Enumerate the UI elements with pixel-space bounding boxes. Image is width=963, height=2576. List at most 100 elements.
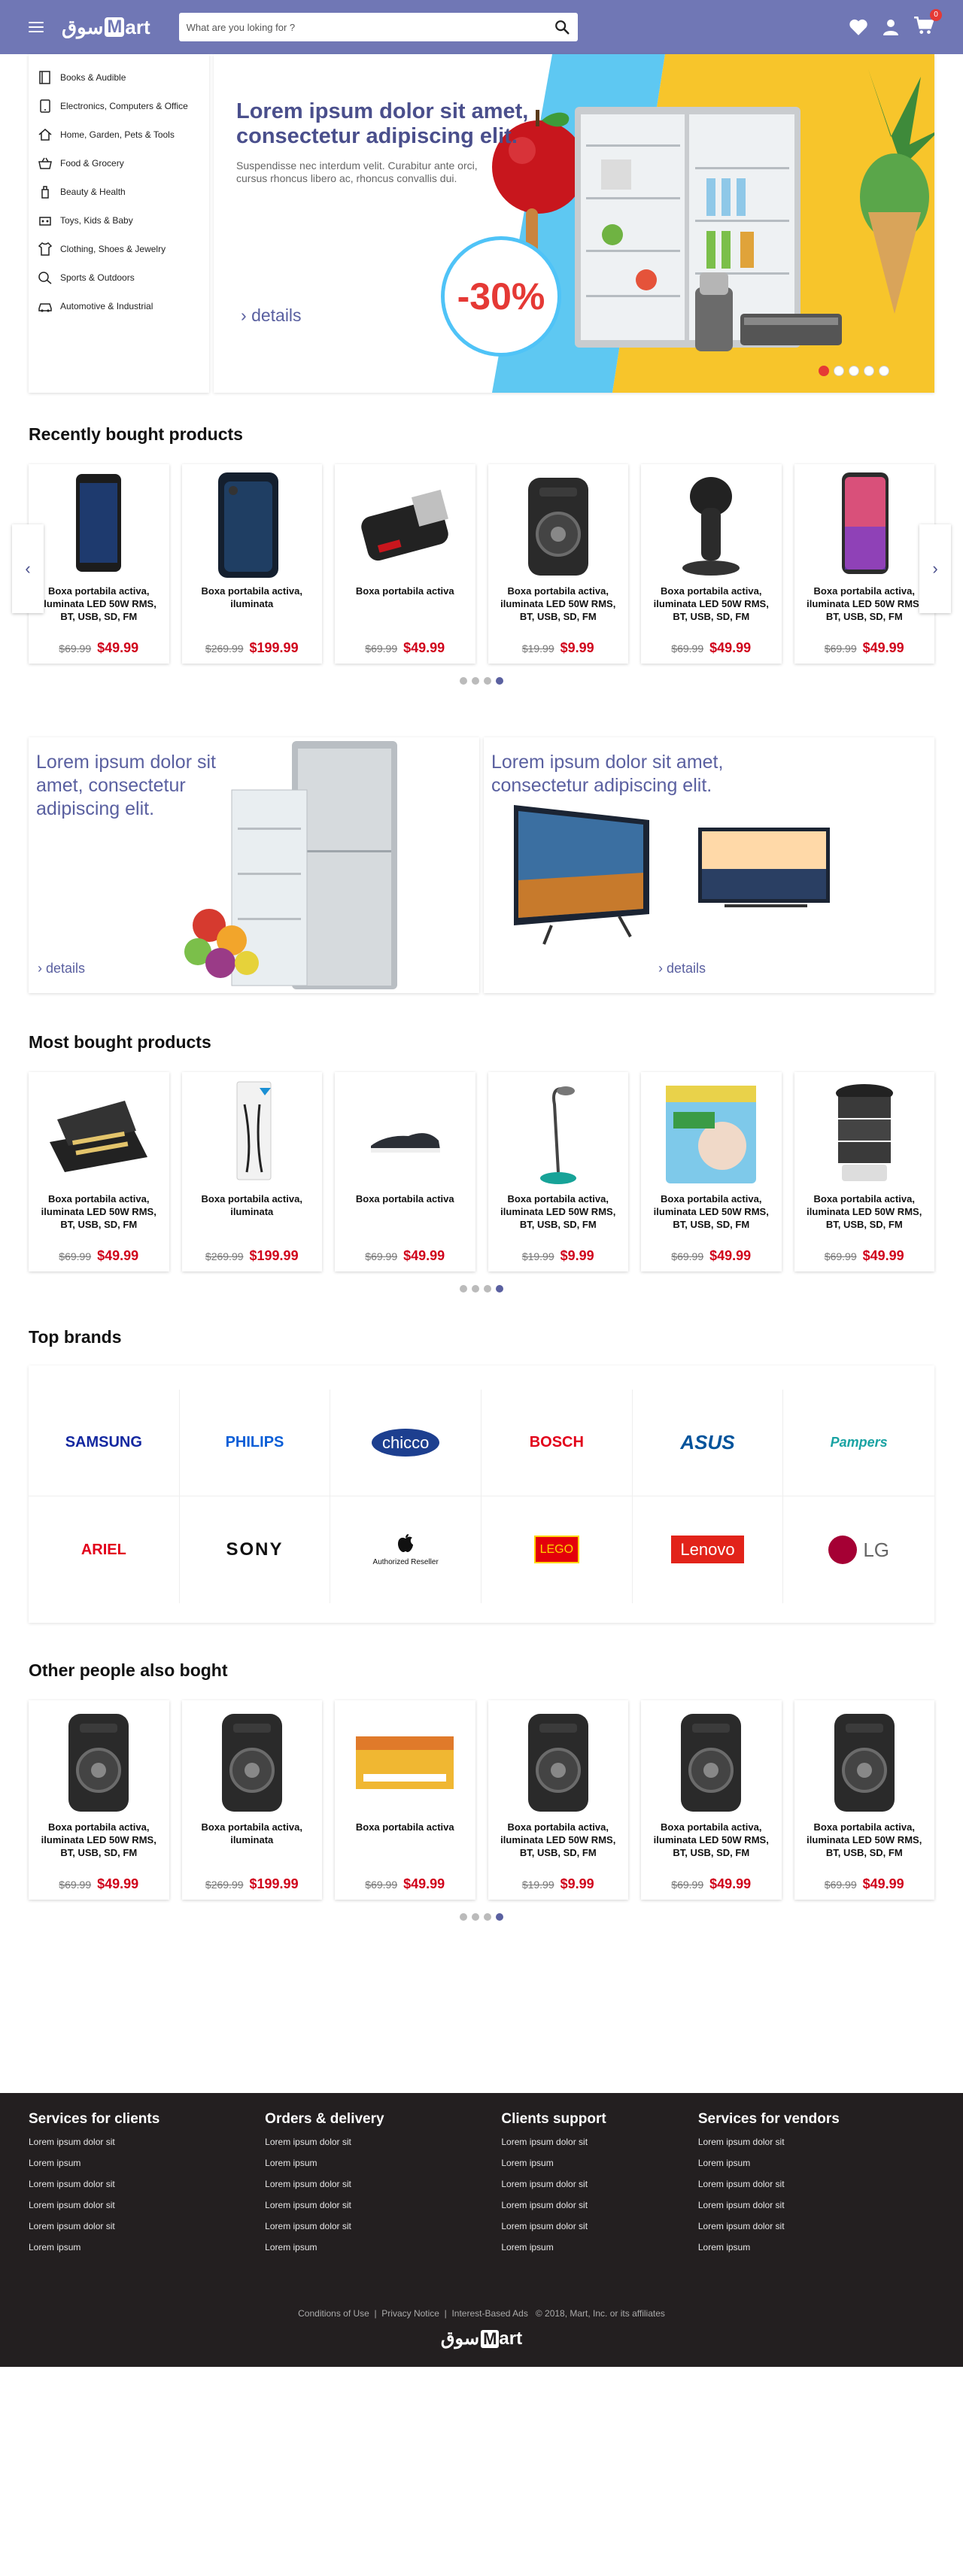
slide-dot[interactable] [879, 366, 889, 376]
product-name[interactable]: Boxa portabila activa, iluminata LED 50W… [488, 585, 629, 631]
product-name[interactable]: Boxa portabila activa, iluminata LED 50W… [641, 585, 782, 631]
search-input[interactable] [186, 21, 554, 33]
site-logo[interactable]: سوق M art [62, 16, 150, 39]
footer-link[interactable]: Lorem ipsum dolor sit [501, 2200, 698, 2221]
product-name[interactable]: Boxa portabila activa, iluminata LED 50W… [794, 585, 935, 631]
product-card[interactable]: Boxa portabila activa, iluminata $269.99 $… [181, 1072, 323, 1271]
carousel-next-button[interactable]: › [919, 524, 951, 613]
product-card[interactable]: Boxa portabila activa, iluminata LED 50W… [641, 1072, 782, 1271]
promo-fridge[interactable]: Lorem ipsum dolor sit amet, consectetur … [29, 737, 479, 993]
search-icon[interactable] [554, 19, 570, 35]
brand-logo[interactable]: BOSCH [482, 1390, 633, 1496]
product-name[interactable]: Boxa portabila activa [335, 585, 475, 631]
footer-link[interactable]: Lorem ipsum [265, 2158, 501, 2179]
brand-logo[interactable]: LEGO [482, 1496, 633, 1603]
category-item[interactable]: Electronics, Computers & Office [29, 92, 209, 120]
legal-link[interactable]: Privacy Notice [381, 2308, 439, 2319]
product-card[interactable]: Boxa portabila activa, iluminata LED 50W… [488, 1700, 629, 1900]
product-name[interactable]: Boxa portabila activa, iluminata LED 50W… [794, 1192, 935, 1239]
product-name[interactable]: Boxa portabila activa, iluminata LED 50W… [488, 1821, 629, 1867]
footer-link[interactable]: Lorem ipsum [698, 2242, 934, 2263]
brand-logo[interactable]: ASUS [632, 1390, 784, 1496]
product-card[interactable]: Boxa portabila activa, iluminata LED 50W… [488, 1072, 629, 1271]
category-item[interactable]: Sports & Outdoors [29, 263, 209, 292]
product-name[interactable]: Boxa portabila activa, iluminata LED 50W… [29, 1821, 169, 1867]
user-icon[interactable] [882, 18, 900, 36]
product-name[interactable]: Boxa portabila activa, iluminata [182, 585, 323, 631]
product-card[interactable]: Boxa portabila activa, iluminata LED 50W… [29, 1700, 169, 1900]
footer-link[interactable]: Lorem ipsum dolor sit [501, 2179, 698, 2200]
product-card[interactable]: Boxa portabila activa, iluminata LED 50W… [794, 1072, 935, 1271]
product-card[interactable]: Boxa portabila activa, iluminata LED 50W… [794, 464, 935, 664]
footer-logo[interactable]: سوق M art [0, 2328, 963, 2350]
legal-link[interactable]: Interest-Based Ads [451, 2308, 527, 2319]
brand-logo[interactable]: chicco [330, 1390, 482, 1496]
footer-link[interactable]: Lorem ipsum dolor sit [265, 2200, 501, 2221]
footer-link[interactable]: Lorem ipsum [698, 2158, 934, 2179]
product-name[interactable]: Boxa portabila activa [335, 1192, 475, 1239]
category-item[interactable]: Toys, Kids & Baby [29, 206, 209, 235]
footer-link[interactable]: Lorem ipsum [265, 2242, 501, 2263]
carousel-prev-button[interactable]: ‹ [12, 524, 44, 613]
product-card[interactable]: Boxa portabila activa $69.99 $49.99 [335, 1700, 475, 1900]
product-card[interactable]: Boxa portabila activa $69.99 $49.99 [335, 464, 475, 664]
product-name[interactable]: Boxa portabila activa, iluminata LED 50W… [488, 1192, 629, 1239]
footer-link[interactable]: Lorem ipsum dolor sit [698, 2179, 934, 2200]
category-item[interactable]: Home, Garden, Pets & Tools [29, 120, 209, 149]
brand-logo[interactable]: Authorized Reseller [330, 1496, 482, 1603]
footer-link[interactable]: Lorem ipsum dolor sit [698, 2200, 934, 2221]
category-item[interactable]: Food & Grocery [29, 149, 209, 178]
footer-link[interactable]: Lorem ipsum dolor sit [501, 2137, 698, 2158]
menu-icon[interactable] [29, 22, 44, 32]
legal-link[interactable]: Conditions of Use [298, 2308, 369, 2319]
product-card[interactable]: Boxa portabila activa, iluminata LED 50W… [29, 464, 169, 664]
product-card[interactable]: Boxa portabila activa, iluminata $269.99 $… [181, 464, 323, 664]
product-name[interactable]: Boxa portabila activa, iluminata [182, 1192, 323, 1239]
product-name[interactable]: Boxa portabila activa, iluminata LED 50W… [29, 1192, 169, 1239]
product-card[interactable]: Boxa portabila activa, iluminata LED 50W… [794, 1700, 935, 1900]
product-card[interactable]: Boxa portabila activa, iluminata $269.99 $… [181, 1700, 322, 1900]
promo-tv[interactable]: Lorem ipsum dolor sit amet, consectetur … [484, 737, 934, 993]
cart-button[interactable]: 0 [913, 8, 942, 39]
product-name[interactable]: Boxa portabila activa, iluminata LED 50W… [641, 1821, 782, 1867]
brand-logo[interactable]: ARIEL [29, 1496, 180, 1603]
product-card[interactable]: Boxa portabila activa $69.99 $49.99 [335, 1072, 475, 1271]
footer-link[interactable]: Lorem ipsum dolor sit [265, 2221, 501, 2242]
footer-link[interactable]: Lorem ipsum dolor sit [29, 2179, 265, 2200]
slide-dot[interactable] [819, 366, 829, 376]
footer-link[interactable]: Lorem ipsum dolor sit [29, 2200, 265, 2221]
product-name[interactable]: Boxa portabila activa [335, 1821, 475, 1867]
footer-link[interactable]: Lorem ipsum [501, 2158, 698, 2179]
footer-link[interactable]: Lorem ipsum [501, 2242, 698, 2263]
product-card[interactable]: Boxa portabila activa, iluminata LED 50W… [29, 1072, 169, 1271]
brand-logo[interactable]: Lenovo [633, 1496, 784, 1603]
footer-link[interactable]: Lorem ipsum [29, 2158, 265, 2179]
brand-logo[interactable]: SONY [180, 1496, 331, 1603]
slide-dot[interactable] [864, 366, 874, 376]
footer-link[interactable]: Lorem ipsum dolor sit [501, 2221, 698, 2242]
footer-link[interactable]: Lorem ipsum dolor sit [29, 2221, 265, 2242]
brand-logo[interactable]: SAMSUNG [29, 1390, 180, 1496]
banner-details-link[interactable]: › details [241, 305, 302, 326]
footer-link[interactable]: Lorem ipsum [29, 2242, 265, 2263]
slide-dot[interactable] [849, 366, 859, 376]
category-item[interactable]: Beauty & Health [29, 178, 209, 206]
product-card[interactable]: Boxa portabila activa, iluminata LED 50W… [641, 464, 782, 664]
category-item[interactable]: Books & Audible [29, 63, 209, 92]
product-name[interactable]: Boxa portabila activa, iluminata LED 50W… [794, 1821, 935, 1867]
promo-details-link[interactable]: › details [38, 961, 85, 977]
brand-logo[interactable]: Pampers [783, 1390, 934, 1496]
heart-icon[interactable] [849, 18, 868, 36]
product-card[interactable]: Boxa portabila activa, iluminata LED 50W… [641, 1700, 782, 1900]
category-item[interactable]: Automotive & Industrial [29, 292, 209, 320]
footer-link[interactable]: Lorem ipsum dolor sit [698, 2221, 934, 2242]
footer-link[interactable]: Lorem ipsum dolor sit [698, 2137, 934, 2158]
slide-dot[interactable] [834, 366, 844, 376]
product-name[interactable]: Boxa portabila activa, iluminata LED 50W… [29, 585, 169, 631]
footer-link[interactable]: Lorem ipsum dolor sit [265, 2179, 501, 2200]
category-item[interactable]: Clothing, Shoes & Jewelry [29, 235, 209, 263]
brand-logo[interactable]: LG [783, 1496, 934, 1603]
footer-link[interactable]: Lorem ipsum dolor sit [265, 2137, 501, 2158]
promo-details-link[interactable]: › details [658, 961, 706, 977]
product-card[interactable]: Boxa portabila activa, iluminata LED 50W… [488, 464, 629, 664]
